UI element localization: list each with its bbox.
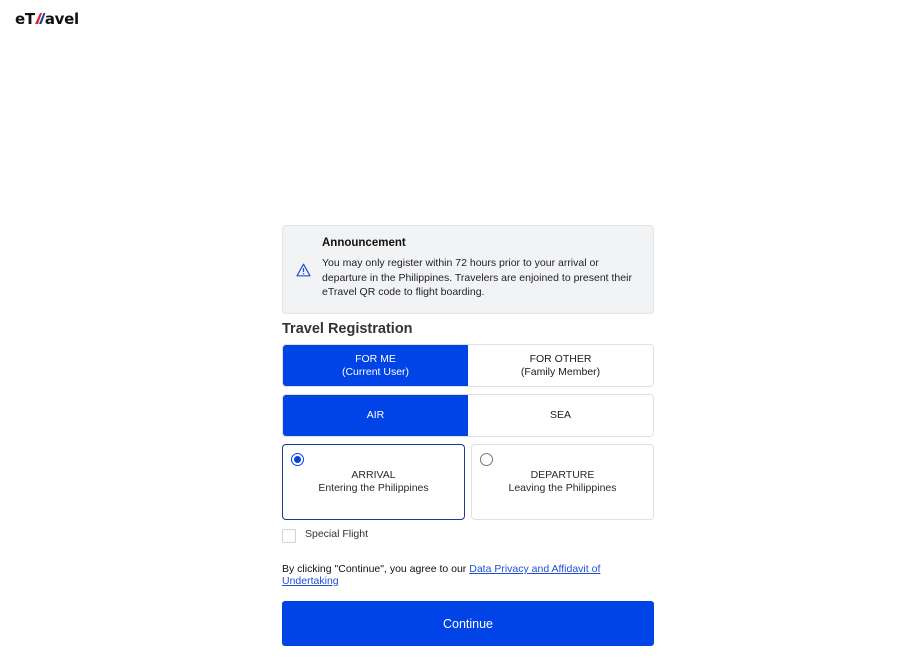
for-me-button[interactable]: FOR ME (Current User) [283,345,468,386]
traveler-type-toggle: FOR ME (Current User) FOR OTHER (Family … [282,344,654,387]
for-me-sublabel: (Current User) [341,365,410,378]
page: eT avel Announcement You may only registe… [0,0,924,662]
continue-button[interactable]: Continue [282,601,654,646]
sea-button[interactable]: SEA [468,395,653,436]
sea-label: SEA [549,409,571,422]
announcement-title: Announcement [322,237,406,249]
consent-prefix: By clicking "Continue", you agree to our [282,563,470,575]
logo-text-suffix: avel [44,10,79,28]
direction-options: ARRIVAL Entering the Philippines DEPARTU… [282,444,654,520]
air-button[interactable]: AIR [283,395,468,436]
arrival-card[interactable]: ARRIVAL Entering the Philippines [282,444,465,520]
special-flight-label: Special Flight [305,528,369,540]
travel-mode-toggle: AIR SEA [282,394,654,437]
logo-r-mark-icon [34,10,46,26]
air-label: AIR [366,409,385,422]
announcement-body: You may only register within 72 hours pr… [322,257,632,298]
registration-panel: Announcement You may only register withi… [282,225,654,646]
consent-text: By clicking "Continue", you agree to our… [282,563,654,587]
etravel-logo[interactable]: eT avel [15,9,79,29]
arrival-subtitle: Entering the Philippines [318,481,429,494]
for-me-label: FOR ME [355,353,396,365]
for-other-sublabel: (Family Member) [520,365,601,378]
logo-text-prefix: eT [15,10,35,28]
departure-radio[interactable] [480,453,493,466]
departure-subtitle: Leaving the Philippines [508,481,617,494]
special-flight-option: Special Flight [282,526,654,543]
warning-triangle-icon [296,263,311,277]
arrival-radio[interactable] [291,453,304,466]
arrival-title: ARRIVAL [351,469,396,481]
page-title: Travel Registration [282,321,413,337]
departure-title: DEPARTURE [530,469,595,481]
announcement-box: Announcement You may only register withi… [282,225,654,314]
special-flight-checkbox[interactable] [282,528,296,543]
for-other-button[interactable]: FOR OTHER (Family Member) [468,345,653,386]
departure-card[interactable]: DEPARTURE Leaving the Philippines [471,444,654,520]
for-other-label: FOR OTHER [529,353,592,365]
